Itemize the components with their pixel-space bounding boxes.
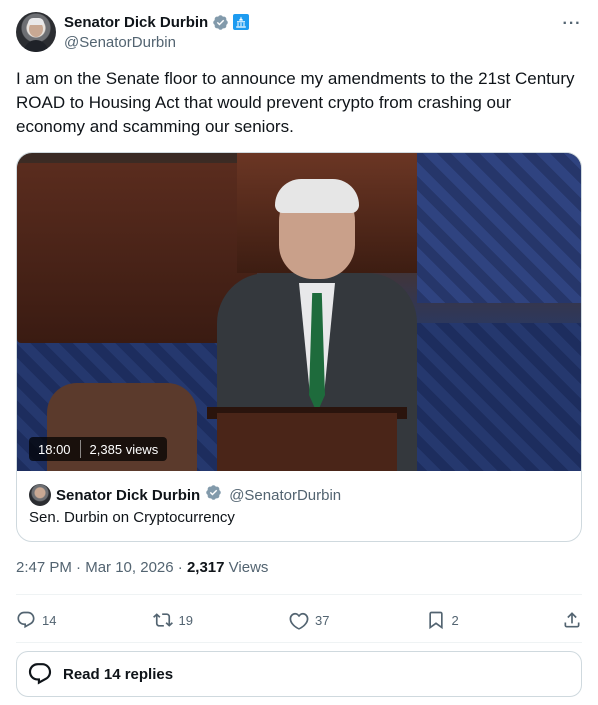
share-icon bbox=[564, 612, 580, 628]
tweet-actions-bar: 14 19 37 2 bbox=[16, 604, 582, 636]
author-avatar[interactable] bbox=[16, 12, 56, 52]
video-card-avatar bbox=[29, 484, 51, 506]
video-card-author-handle: @SenatorDurbin bbox=[229, 486, 342, 504]
tweet-date[interactable]: Mar 10, 2026 bbox=[85, 559, 173, 576]
video-info-badge: 18:00 2,385 views bbox=[29, 437, 168, 461]
video-card-meta[interactable]: Senator Dick Durbin @SenatorDurbin Sen. … bbox=[17, 471, 581, 541]
reply-icon bbox=[17, 611, 35, 629]
share-button[interactable] bbox=[562, 610, 582, 630]
video-card-author-name: Senator Dick Durbin bbox=[56, 486, 201, 504]
verified-badge-icon bbox=[205, 484, 222, 506]
divider bbox=[16, 594, 582, 595]
like-count: 37 bbox=[315, 612, 330, 628]
repost-count: 19 bbox=[178, 612, 193, 628]
reply-count: 14 bbox=[42, 612, 57, 628]
author-name-row: Senator Dick Durbin bbox=[64, 12, 250, 32]
more-options-icon[interactable]: ··· bbox=[562, 14, 582, 34]
author-info: Senator Dick Durbin @SenatorDurbin bbox=[64, 12, 250, 51]
tweet-timestamp: 2:47 PM · Mar 10, 2026 · 2,317 Views bbox=[16, 559, 269, 576]
repost-button[interactable]: 19 bbox=[152, 610, 273, 630]
read-replies-label: Read 14 replies bbox=[63, 665, 174, 683]
tweet-text: I am on the Senate floor to announce my … bbox=[16, 69, 575, 136]
bookmark-count: 2 bbox=[451, 612, 459, 628]
video-card-title: Sen. Durbin on Cryptocurrency bbox=[29, 509, 235, 526]
tweet-views-count: 2,317 bbox=[186, 559, 225, 576]
divider bbox=[16, 642, 582, 643]
speech-bubble-icon bbox=[28, 663, 52, 685]
video-duration: 18:00 bbox=[38, 441, 71, 457]
tweet-time[interactable]: 2:47 PM bbox=[16, 559, 72, 576]
bookmark-icon bbox=[428, 611, 443, 630]
tweet-header: Senator Dick Durbin @SenatorDurbin ··· bbox=[16, 12, 582, 54]
video-views: 2,385 views bbox=[89, 441, 159, 457]
verified-badge-icon[interactable] bbox=[212, 14, 229, 31]
bookmark-button[interactable]: 2 bbox=[426, 610, 546, 630]
author-handle[interactable]: @SenatorDurbin bbox=[64, 34, 249, 51]
like-button[interactable]: 37 bbox=[289, 610, 409, 630]
video-player[interactable]: 18:00 2,385 views bbox=[17, 153, 581, 471]
tweet-views-label: Views bbox=[228, 559, 269, 576]
reply-button[interactable]: 14 bbox=[16, 610, 136, 630]
repost-icon bbox=[152, 613, 173, 627]
read-replies-button[interactable]: Read 14 replies bbox=[16, 651, 582, 697]
heart-icon bbox=[289, 612, 309, 630]
author-name[interactable]: Senator Dick Durbin bbox=[64, 14, 208, 31]
video-card[interactable]: 18:00 2,385 views Senator Dick Durbin @S… bbox=[16, 152, 582, 542]
video-card-author: Senator Dick Durbin @SenatorDurbin bbox=[29, 483, 571, 507]
government-affiliation-icon[interactable] bbox=[233, 14, 250, 30]
